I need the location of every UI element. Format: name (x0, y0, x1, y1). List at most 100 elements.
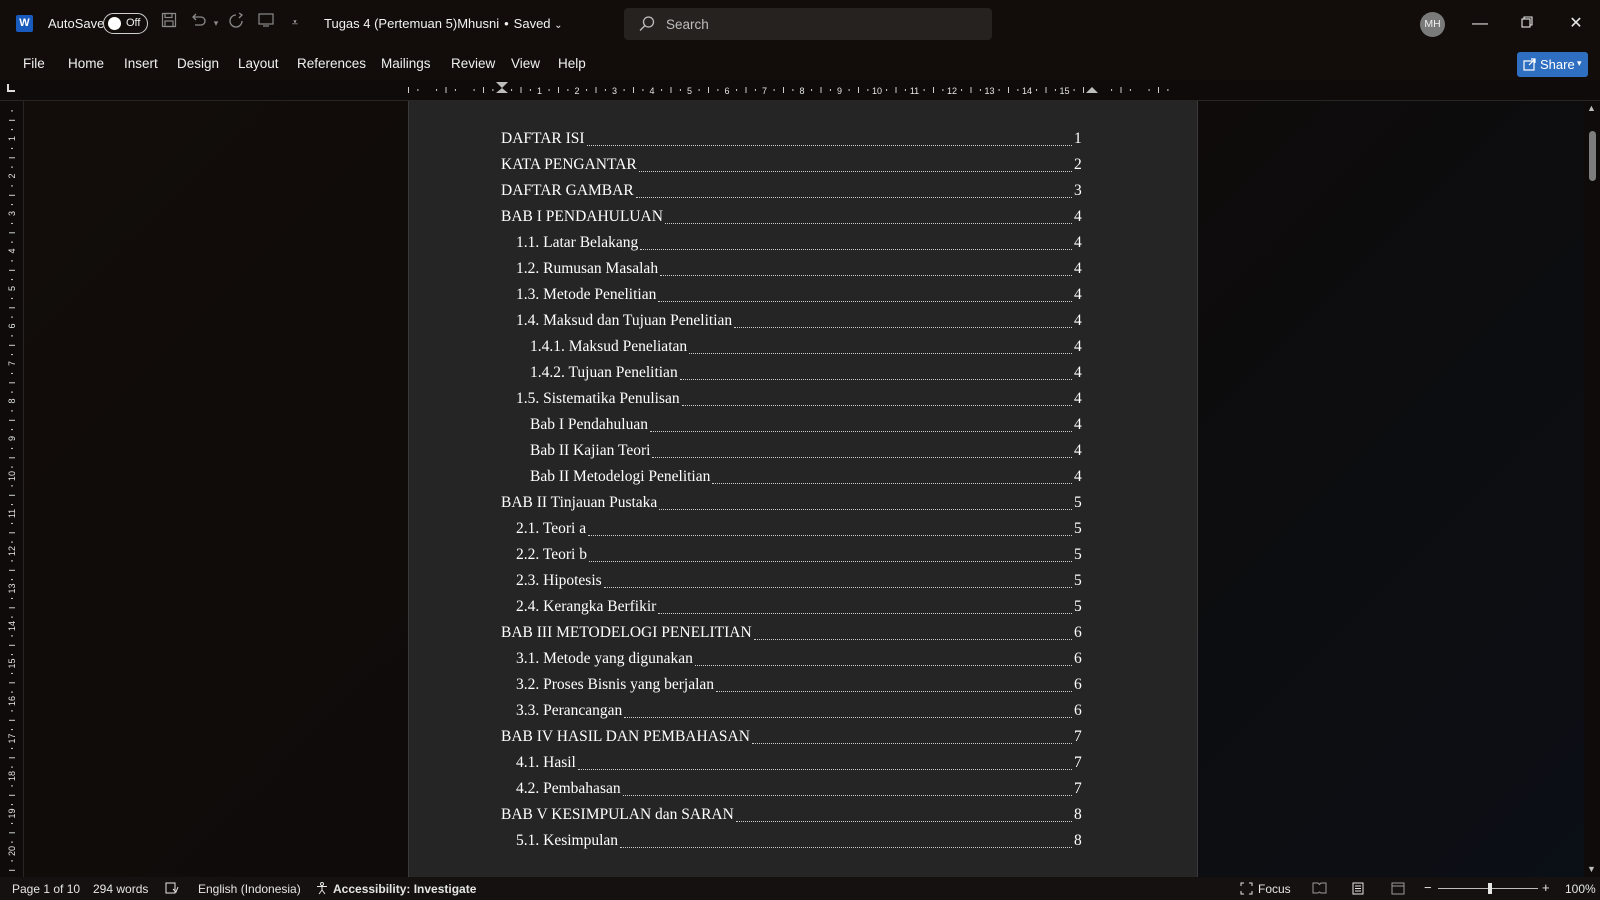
ruler-tick (454, 89, 456, 91)
tab-design[interactable]: Design (177, 56, 219, 71)
toc-entry[interactable]: DAFTAR GAMBAR 3 (409, 179, 1199, 205)
ruler-tick (529, 89, 531, 91)
close-icon[interactable]: ✕ (1564, 12, 1588, 36)
focus-icon[interactable] (1240, 882, 1253, 898)
ruler-tick (11, 597, 13, 599)
toc-entry[interactable]: 1.4. Maksud dan Tujuan Penelitian 4 (409, 309, 1199, 335)
ruler-tick (595, 87, 597, 93)
zoom-in-icon[interactable]: + (1542, 880, 1550, 895)
toc-entry-page: 5 (1074, 520, 1082, 537)
ruler-tick (11, 691, 13, 693)
avatar[interactable]: MH (1420, 12, 1445, 37)
web-layout-icon[interactable] (1391, 882, 1405, 898)
ruler-tick (661, 89, 663, 91)
toc-entry-page: 5 (1074, 494, 1082, 511)
toc-entry[interactable]: Bab II Metodelogi Penelitian 4 (409, 465, 1199, 491)
document-page[interactable]: DAFTAR ISI 1 KATA PENGANTAR 2 DAFTAR GAMBAR 3… (408, 101, 1198, 877)
minimize-icon[interactable]: — (1468, 12, 1492, 36)
toc-entry[interactable]: BAB III METODELOGI PENELITIAN 6 (409, 621, 1199, 647)
restore-icon[interactable] (1515, 12, 1539, 36)
ruler-tick (1073, 89, 1075, 91)
redo-icon[interactable] (225, 12, 247, 34)
tab-selector[interactable] (0, 80, 24, 101)
ruler-tick (9, 682, 15, 684)
tab-help[interactable]: Help (558, 56, 586, 71)
tab-insert[interactable]: Insert (124, 56, 158, 71)
toc-entry[interactable]: BAB I PENDAHULUAN 4 (409, 205, 1199, 231)
tab-references[interactable]: References (297, 56, 366, 71)
tab-file[interactable]: File (23, 56, 45, 71)
ruler-number: 15 (1059, 86, 1069, 96)
toc-entry[interactable]: 4.1. Hasil 7 (409, 751, 1199, 777)
page-count[interactable]: Page 1 of 10 (12, 882, 80, 896)
toc-entry[interactable]: 5.1. Kesimpulan 8 (409, 829, 1199, 855)
save-icon[interactable] (158, 12, 180, 34)
toc-entry[interactable]: 1.4.1. Maksud Peneliatan 4 (409, 335, 1199, 361)
toc-entry[interactable]: 3.3. Perancangan 6 (409, 699, 1199, 725)
word-count[interactable]: 294 words (93, 882, 148, 896)
toc-entry-page: 4 (1074, 234, 1082, 251)
accessibility-status[interactable]: Accessibility: Investigate (333, 882, 476, 896)
toc-dot-leader (624, 717, 1072, 718)
toc-entry[interactable]: 1.2. Rumusan Masalah 4 (409, 257, 1199, 283)
proofing-icon[interactable] (165, 882, 179, 897)
toc-entry[interactable]: 2.4. Kerangka Berfikir 5 (409, 595, 1199, 621)
toc-entry[interactable]: BAB IV HASIL DAN PEMBAHASAN 7 (409, 725, 1199, 751)
ruler-tick (1120, 87, 1122, 93)
horizontal-ruler[interactable]: 1 2 3 4 5 6 7 8 9 10 11 12 13 14 15 (24, 80, 1600, 101)
toc-entry[interactable]: 1.4.2. Tujuan Penelitian 4 (409, 361, 1199, 387)
toc-entry-title: 4.1. Hasil (516, 754, 576, 771)
toc-entry[interactable]: 1.1. Latar Belakang 4 (409, 231, 1199, 257)
toc-entry-page: 2 (1074, 156, 1082, 173)
ruler-tick (11, 241, 13, 243)
ruler-tick (9, 344, 15, 346)
ruler-number: 13 (984, 86, 994, 96)
autosave-toggle[interactable]: Off (103, 13, 148, 34)
toc-entry[interactable]: 1.5. Sistematika Penulisan 4 (409, 387, 1199, 413)
ruler-tick (520, 87, 522, 93)
toc-entry[interactable]: 3.1. Metode yang digunakan 6 (409, 647, 1199, 673)
tab-mailings[interactable]: Mailings (381, 56, 431, 71)
share-button[interactable]: Share ▾ (1517, 52, 1588, 77)
vertical-ruler[interactable]: 123456789101112131415161718192021 (0, 101, 24, 894)
scroll-up-icon[interactable]: ▲ (1587, 103, 1596, 113)
toc-entry-page: 6 (1074, 676, 1082, 693)
toc-entry-title: 3.3. Perancangan (516, 702, 623, 719)
tab-home[interactable]: Home (68, 56, 104, 71)
toc-entry[interactable]: 2.1. Teori a 5 (409, 517, 1199, 543)
scroll-down-icon[interactable]: ▼ (1587, 864, 1596, 874)
vertical-scrollbar[interactable]: ▲ ▼ (1584, 101, 1600, 877)
toc-entry[interactable]: Bab II Kajian Teori 4 (409, 439, 1199, 465)
zoom-out-icon[interactable]: − (1424, 880, 1432, 895)
language[interactable]: English (Indonesia) (198, 882, 301, 896)
read-mode-icon[interactable] (1312, 882, 1327, 897)
toc-entry[interactable]: BAB V KESIMPULAN dan SARAN 8 (409, 803, 1199, 829)
save-status: Saved (513, 16, 551, 31)
focus-mode[interactable]: Focus (1258, 882, 1291, 896)
toc-entry-title: 2.3. Hipotesis (516, 572, 602, 589)
tab-layout[interactable]: Layout (238, 56, 279, 71)
toc-entry[interactable]: BAB II Tinjauan Pustaka 5 (409, 491, 1199, 517)
tab-review[interactable]: Review (451, 56, 495, 71)
search-input[interactable]: Search (624, 8, 992, 40)
toc-entry[interactable]: Bab I Pendahuluan 4 (409, 413, 1199, 439)
toc-entry[interactable]: DAFTAR ISI 1 (409, 127, 1199, 153)
toc-entry[interactable]: 1.3. Metode Penelitian 4 (409, 283, 1199, 309)
toc-entry[interactable]: 4.2. Pembahasan 7 (409, 777, 1199, 803)
toc-entry[interactable]: 2.2. Teori b 5 (409, 543, 1199, 569)
toc-entry[interactable]: 2.3. Hipotesis 5 (409, 569, 1199, 595)
print-layout-icon[interactable] (1352, 882, 1364, 898)
ruler-number: 16 (7, 696, 17, 706)
present-icon[interactable] (255, 12, 277, 34)
zoom-slider-thumb[interactable] (1488, 883, 1492, 894)
toc-entry[interactable]: 3.2. Proses Bisnis yang berjalan 6 (409, 673, 1199, 699)
tab-view[interactable]: View (511, 56, 540, 71)
toc-entry-page: 7 (1074, 754, 1082, 771)
undo-dropdown-icon[interactable]: ▾ (205, 12, 227, 34)
scrollbar-thumb[interactable] (1589, 131, 1596, 181)
customize-toolbar-icon[interactable]: ⩡ (284, 12, 306, 34)
ruler-tick (1054, 89, 1056, 91)
zoom-level[interactable]: 100% (1565, 882, 1596, 896)
toc-entry[interactable]: KATA PENGANTAR 2 (409, 153, 1199, 179)
document-title[interactable]: Tugas 4 (Pertemuan 5)Mhusni • Saved ⌄ (324, 16, 563, 31)
